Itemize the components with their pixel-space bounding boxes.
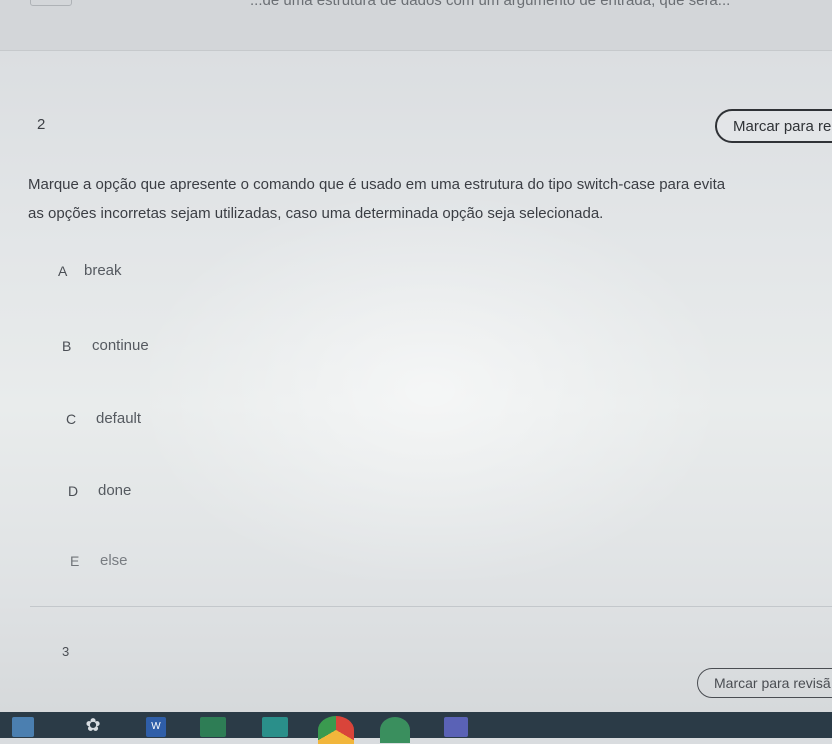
next-mark-for-review-label: Marcar para revisã — [714, 675, 831, 691]
app-icon[interactable] — [262, 717, 288, 737]
next-mark-for-review-button[interactable]: Marcar para revisã — [697, 668, 832, 698]
previous-question-partial-text: ...de uma estrutura de dados com um argu… — [250, 0, 731, 9]
chrome-icon[interactable] — [318, 716, 354, 744]
option-letter: B — [62, 337, 72, 354]
word-icon-label: W — [151, 721, 161, 732]
option-e[interactable]: E else — [70, 552, 128, 569]
option-c[interactable]: C default — [66, 410, 141, 427]
screen-glare — [150, 200, 710, 580]
previous-question-header: ...de uma estrutura de dados com um argu… — [0, 0, 832, 51]
taskbar: ✿ W — [0, 712, 832, 744]
question-divider — [30, 606, 832, 607]
option-letter: E — [70, 552, 80, 569]
mark-for-review-button[interactable]: Marcar para re — [715, 109, 832, 143]
teams-icon[interactable] — [444, 717, 468, 737]
word-icon[interactable]: W — [146, 717, 166, 737]
whatsapp-icon[interactable] — [380, 717, 410, 743]
question-text-line-2: as opções incorretas sejam utilizadas, c… — [28, 205, 604, 222]
excel-icon[interactable] — [200, 717, 226, 737]
option-text: continue — [92, 337, 149, 354]
option-text: else — [100, 552, 128, 569]
option-text: default — [96, 410, 142, 427]
option-letter: C — [66, 410, 77, 427]
option-a[interactable]: A break — [58, 262, 122, 279]
option-b[interactable]: B continue — [62, 337, 149, 354]
question-statement: Marque a opção que apresente o comando q… — [28, 170, 832, 228]
question-number: 2 — [37, 116, 46, 133]
windows-start-icon[interactable] — [12, 717, 34, 737]
option-text: break — [84, 262, 122, 279]
option-d[interactable]: D done — [68, 482, 131, 499]
mark-for-review-label: Marcar para re — [733, 117, 832, 135]
question-text-line-1: Marque a opção que apresente o comando q… — [28, 176, 726, 193]
option-letter: A — [58, 262, 68, 279]
next-question-number: 3 — [62, 644, 70, 659]
option-letter: D — [68, 482, 79, 499]
option-text: done — [98, 482, 132, 499]
gear-icon[interactable]: ✿ — [82, 716, 104, 736]
header-box — [30, 0, 72, 6]
